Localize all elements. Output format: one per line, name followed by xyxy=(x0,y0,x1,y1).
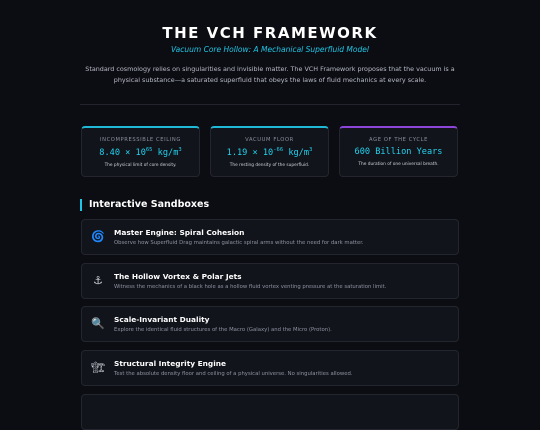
sandbox-title: Master Engine: Spiral Cohesion xyxy=(114,228,245,237)
sandbox-title: The Hollow Vortex & Polar Jets xyxy=(114,272,242,281)
page: THE VCH FRAMEWORK Vacuum Core Hollow: A … xyxy=(0,0,540,430)
crane-icon: 🏗 xyxy=(91,361,105,374)
stat-label: AGE OF THE CYCLE xyxy=(369,137,428,143)
intro-text: Standard cosmology relies on singulariti… xyxy=(85,65,455,84)
page-subtitle: Vacuum Core Hollow: A Mechanical Superfl… xyxy=(171,45,369,54)
stat-label: VACUUM FLOOR xyxy=(245,137,294,143)
sandbox-card-partial[interactable] xyxy=(81,394,459,430)
stat-label: INCOMPRESSIBLE CEILING xyxy=(99,137,182,143)
sandbox-card-structural-integrity[interactable]: 🏗 Structural Integrity Engine Test the a… xyxy=(81,350,459,386)
divider xyxy=(80,104,460,105)
sandbox-title: Structural Integrity Engine xyxy=(114,359,227,368)
sandbox-title: Scale-Invariant Duality xyxy=(114,315,210,324)
sandbox-description: Test the absolute density floor and ceil… xyxy=(114,371,353,377)
sandbox-card-hollow-vortex[interactable]: ⚓ The Hollow Vortex & Polar Jets Witness… xyxy=(81,263,459,299)
stat-value: 600 Billion Years xyxy=(354,147,443,157)
stat-description: The resting density of the superfluid. xyxy=(229,162,310,168)
spiral-icon: 🌀 xyxy=(91,230,105,243)
stat-description: The physical limit of core density. xyxy=(104,162,177,168)
page-title: THE VCH FRAMEWORK xyxy=(162,24,378,42)
section-heading: Interactive Sandboxes xyxy=(80,199,209,211)
stat-description: The duration of one universal breath. xyxy=(358,162,439,167)
magnifier-icon: 🔍 xyxy=(91,317,105,330)
stat-value: 8.40 × 1065 kg/m3 xyxy=(99,147,182,158)
anchor-icon: ⚓ xyxy=(93,274,103,287)
sandbox-description: Witness the mechanics of a black hole as… xyxy=(114,284,387,290)
stat-card-age: AGE OF THE CYCLE 600 Billion Years The d… xyxy=(339,126,458,177)
stat-card-ceiling: INCOMPRESSIBLE CEILING 8.40 × 1065 kg/m3… xyxy=(81,126,200,177)
sandbox-card-spiral-cohesion[interactable]: 🌀 Master Engine: Spiral Cohesion Observe… xyxy=(81,219,459,255)
stat-card-floor: VACUUM FLOOR 1.19 × 10-66 kg/m3 The rest… xyxy=(210,126,329,177)
sandbox-description: Observe how Superfluid Drag maintains ga… xyxy=(114,240,364,246)
stat-value: 1.19 × 10-66 kg/m3 xyxy=(226,147,313,158)
sandbox-description: Explore the identical fluid structures o… xyxy=(114,327,332,333)
sandbox-card-scale-invariant[interactable]: 🔍 Scale-Invariant Duality Explore the id… xyxy=(81,306,459,342)
